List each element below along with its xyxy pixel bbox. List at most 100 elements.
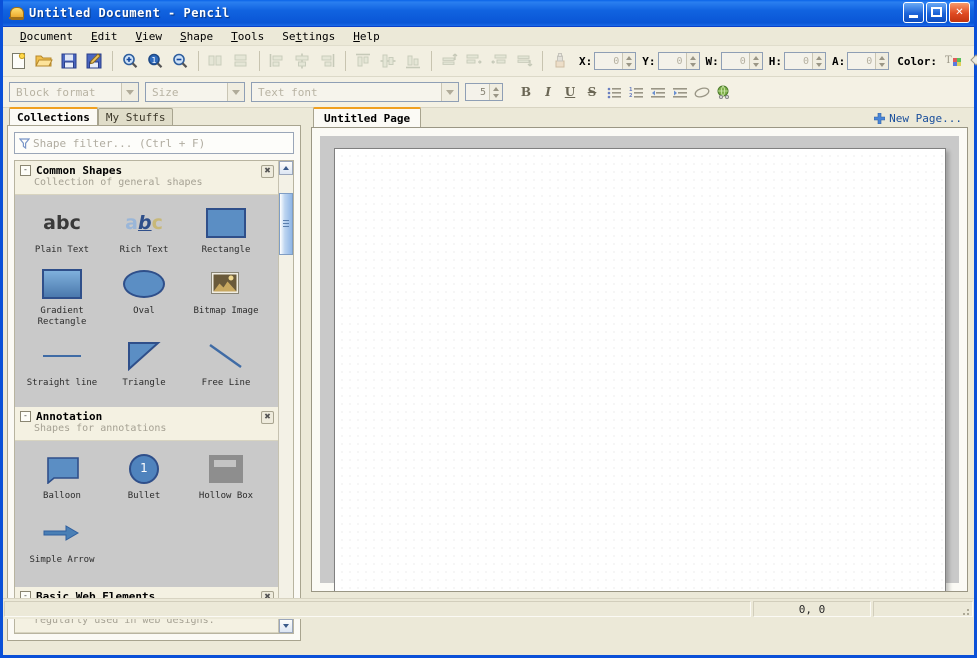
menu-document[interactable]: Document <box>11 29 82 44</box>
save-button[interactable] <box>57 49 81 73</box>
menu-edit[interactable]: Edit <box>82 29 127 44</box>
align-right-icon[interactable] <box>315 49 339 73</box>
text-font-value: Text font <box>258 85 318 99</box>
shape-item-balloon[interactable]: Balloon <box>21 449 103 505</box>
w-spinner[interactable]: 0 <box>720 52 763 70</box>
shape-item-free-line[interactable]: Free Line <box>185 336 267 389</box>
minimize-button[interactable] <box>903 2 924 23</box>
new-page-button[interactable]: New Page... <box>874 112 962 125</box>
page-tab-untitled[interactable]: Untitled Page <box>313 107 422 127</box>
maximize-button[interactable] <box>926 2 947 23</box>
globe-link-icon[interactable] <box>714 82 734 102</box>
align-top-icon[interactable] <box>351 49 375 73</box>
align-middle-icon[interactable] <box>376 49 400 73</box>
scrollbar-thumb[interactable] <box>279 193 293 255</box>
collapse-toggle-icon[interactable]: - <box>20 165 31 176</box>
bring-forward-icon[interactable] <box>462 49 486 73</box>
chevron-down-icon[interactable] <box>121 83 138 101</box>
collection-description: Collection of general shapes <box>34 177 203 188</box>
collection-description: Shapes for annotations <box>34 423 167 434</box>
shape-item-hollow-box[interactable]: Hollow Box <box>185 449 267 505</box>
numbered-list-icon[interactable]: 12 <box>626 82 646 102</box>
align-center-icon[interactable] <box>290 49 314 73</box>
rectangle-icon <box>185 203 267 243</box>
scrollbar-track[interactable] <box>279 175 293 619</box>
y-spinner[interactable]: 0 <box>657 52 700 70</box>
canvas-background[interactable] <box>320 136 959 591</box>
font-size-spinner[interactable]: 5 <box>465 83 503 101</box>
new-document-button[interactable] <box>7 49 31 73</box>
resize-grip-icon[interactable] <box>959 605 971 617</box>
shape-item-straight-line[interactable]: Straight line <box>21 336 103 389</box>
size-select[interactable]: Size <box>145 82 245 102</box>
close-icon[interactable]: ✖ <box>261 411 274 424</box>
w-value: 0 <box>739 55 746 67</box>
indent-icon[interactable] <box>670 82 690 102</box>
menu-view[interactable]: View <box>126 29 171 44</box>
block-format-select[interactable]: Block format <box>9 82 139 102</box>
shape-label: Plain Text <box>34 245 90 255</box>
format-painter-icon[interactable] <box>548 49 572 73</box>
menu-help[interactable]: Help <box>344 29 389 44</box>
close-icon[interactable]: ✖ <box>261 165 274 178</box>
send-to-back-icon[interactable] <box>512 49 536 73</box>
shape-item-triangle[interactable]: Triangle <box>103 336 185 389</box>
shape-item-rectangle[interactable]: Rectangle <box>185 203 267 256</box>
svg-text:2: 2 <box>629 93 633 99</box>
collections-scrollbar[interactable] <box>278 161 293 633</box>
group-icon[interactable] <box>204 49 228 73</box>
shape-item-gradient-rectangle[interactable]: Gradient Rectangle <box>21 264 103 328</box>
rich-text-icon: abc <box>125 212 163 234</box>
a-spinner[interactable]: 0 <box>847 52 890 70</box>
text-color-icon[interactable]: T <box>941 49 965 73</box>
shape-item-simple-arrow[interactable]: Simple Arrow <box>21 513 103 569</box>
save-as-button[interactable] <box>82 49 106 73</box>
x-spinner[interactable]: 0 <box>594 52 637 70</box>
paint-bucket-icon[interactable] <box>966 49 977 73</box>
chevron-down-icon[interactable] <box>441 83 458 101</box>
status-coordinates: 0, 0 <box>753 601 871 617</box>
collapse-toggle-icon[interactable]: - <box>20 411 31 422</box>
italic-icon[interactable]: I <box>538 82 558 102</box>
collection-header-annotation[interactable]: - Annotation Shapes for annotations ✖ <box>15 407 278 441</box>
eraser-icon[interactable] <box>692 82 712 102</box>
shape-item-rich-text[interactable]: abc Rich Text <box>103 203 185 256</box>
menu-tools[interactable]: Tools <box>222 29 273 44</box>
close-button[interactable]: ✕ <box>949 2 970 23</box>
send-backward-icon[interactable] <box>487 49 511 73</box>
align-bottom-icon[interactable] <box>401 49 425 73</box>
bold-icon[interactable]: B <box>516 82 536 102</box>
zoom-out-button[interactable] <box>168 49 192 73</box>
scroll-up-button[interactable] <box>279 161 293 175</box>
bring-to-front-icon[interactable] <box>437 49 461 73</box>
shape-item-oval[interactable]: Oval <box>103 264 185 328</box>
shape-filter-input[interactable]: Shape filter... (Ctrl + F) <box>14 132 294 154</box>
format-toolbar: Block format Size Text font 5 B I U S 12 <box>3 77 974 108</box>
text-font-select[interactable]: Text font <box>251 82 459 102</box>
menu-shape[interactable]: Shape <box>171 29 222 44</box>
new-page-label: New Page... <box>889 112 962 125</box>
shape-label: Bullet <box>127 491 161 501</box>
bullet-list-icon[interactable] <box>604 82 624 102</box>
tab-collections[interactable]: Collections <box>9 107 98 125</box>
page-canvas[interactable] <box>333 148 946 591</box>
collection-header-common-shapes[interactable]: - Common Shapes Collection of general sh… <box>15 161 278 195</box>
block-format-value: Block format <box>16 85 96 99</box>
strikethrough-icon[interactable]: S <box>582 82 602 102</box>
shape-item-bullet[interactable]: 1 Bullet <box>103 449 185 505</box>
hollow-box-icon <box>185 449 267 489</box>
chevron-down-icon[interactable] <box>227 83 244 101</box>
zoom-in-button[interactable] <box>118 49 142 73</box>
open-folder-button[interactable] <box>32 49 56 73</box>
shape-item-bitmap-image[interactable]: Bitmap Image <box>185 264 267 328</box>
ungroup-icon[interactable] <box>229 49 253 73</box>
scroll-down-button[interactable] <box>279 619 293 633</box>
shape-item-plain-text[interactable]: abc Plain Text <box>21 203 103 256</box>
zoom-actual-size-button[interactable]: 1 <box>143 49 167 73</box>
menu-settings[interactable]: Settings <box>273 29 344 44</box>
underline-icon[interactable]: U <box>560 82 580 102</box>
h-spinner[interactable]: 0 <box>784 52 826 70</box>
outdent-icon[interactable] <box>648 82 668 102</box>
tab-my-stuffs[interactable]: My Stuffs <box>97 108 174 125</box>
align-left-icon[interactable] <box>265 49 289 73</box>
